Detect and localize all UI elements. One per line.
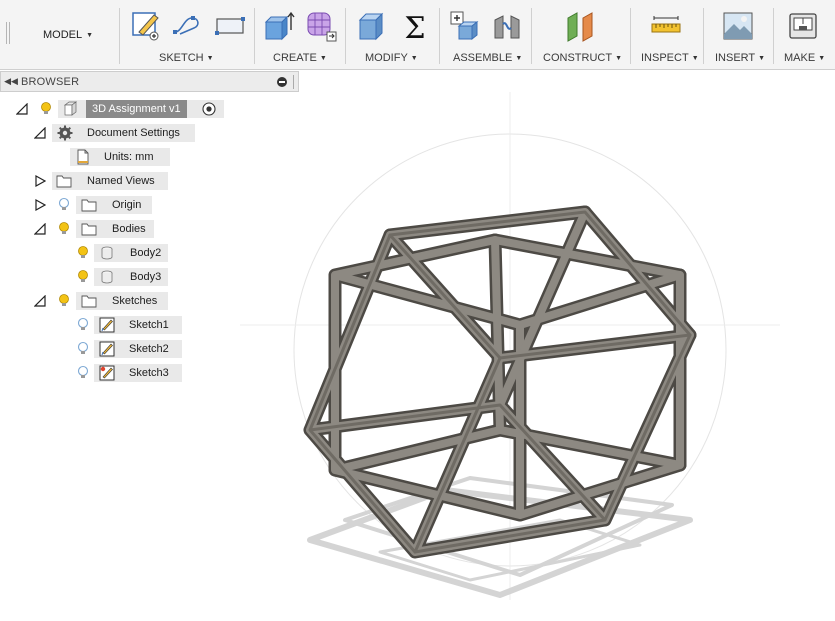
compute-all-icon[interactable]: Σ [399, 10, 431, 42]
visibility-bulb-off-icon[interactable] [75, 317, 91, 333]
workspace-label: MODEL [42, 29, 83, 41]
form-icon[interactable] [305, 10, 337, 42]
make-menu[interactable]: MAKE ▼ [784, 51, 825, 65]
fusion-app-window: MODEL ▼ SKETCH ▼ CREATE ▼ Σ MODIFY ▼ ASS… [0, 0, 835, 621]
collapsed-triangle-icon[interactable] [34, 175, 46, 187]
visibility-bulb-off-icon[interactable] [75, 365, 91, 381]
chevron-down-icon: ▼ [410, 54, 418, 62]
extrude-icon[interactable] [263, 10, 295, 42]
gear-icon [57, 125, 73, 141]
rectangle-tool-icon[interactable] [214, 10, 246, 42]
toolbar-divider [345, 8, 346, 64]
line-tool-icon[interactable] [172, 10, 204, 42]
toolbar-grip[interactable] [6, 22, 10, 44]
folder-icon [56, 175, 72, 188]
joint-icon[interactable] [491, 10, 523, 42]
visibility-bulb-on-icon[interactable] [75, 245, 91, 261]
chevron-down-icon: ▼ [319, 54, 327, 62]
tree-item-bodies[interactable]: Bodies [112, 220, 146, 238]
visibility-bulb-off-icon[interactable] [75, 341, 91, 357]
insert-image-icon[interactable] [722, 10, 754, 42]
sketch-menu[interactable]: SKETCH ▼ [159, 51, 214, 65]
expand-triangle-icon[interactable] [34, 295, 46, 307]
tree-item-body3[interactable]: Body3 [130, 268, 161, 286]
inspect-menu[interactable]: INSPECT ▼ [641, 51, 699, 65]
sketch-warning-icon [99, 365, 115, 381]
insert-menu-label: INSERT [715, 52, 756, 64]
visibility-bulb-on-icon[interactable] [75, 269, 91, 285]
panel-divider [293, 74, 294, 89]
sketch-icon [99, 317, 115, 333]
inspect-menu-label: INSPECT [641, 52, 689, 64]
collapse-panel-icon[interactable]: ◀◀ [1, 76, 21, 87]
offset-plane-icon[interactable] [565, 10, 597, 42]
tree-item-named-views[interactable]: Named Views [87, 172, 155, 190]
document-icon [63, 101, 78, 116]
create-sketch-icon[interactable] [130, 10, 162, 42]
folder-icon [81, 199, 97, 212]
collapsed-triangle-icon[interactable] [34, 199, 46, 211]
modify-menu-label: MODIFY [365, 52, 408, 64]
tree-item-sketches[interactable]: Sketches [112, 292, 157, 310]
press-pull-icon[interactable] [355, 10, 387, 42]
folder-icon [81, 223, 97, 236]
chevron-down-icon: ▼ [691, 54, 699, 62]
toolbar-divider [703, 8, 704, 64]
make-menu-label: MAKE [784, 52, 816, 64]
sketch-icon [99, 341, 115, 357]
tree-root-label[interactable]: 3D Assignment v1 [86, 100, 187, 118]
expand-triangle-icon[interactable] [34, 223, 46, 235]
folder-icon [81, 295, 97, 308]
tree-item-body2[interactable]: Body2 [130, 244, 161, 262]
toolbar-divider [531, 8, 532, 64]
body-icon [101, 246, 113, 260]
visibility-bulb-off-icon[interactable] [56, 197, 72, 213]
chevron-down-icon: ▼ [758, 54, 766, 62]
toolbar-divider [119, 8, 120, 64]
svg-text:Σ: Σ [404, 11, 425, 42]
tree-item-sketch2[interactable]: Sketch2 [129, 340, 169, 358]
tree-item-sketch1[interactable]: Sketch1 [129, 316, 169, 334]
construct-menu-label: CONSTRUCT [543, 52, 613, 64]
expand-triangle-icon[interactable] [34, 127, 46, 139]
activate-radio-icon[interactable] [201, 101, 217, 117]
chevron-down-icon: ▼ [818, 54, 826, 62]
visibility-bulb-on-icon[interactable] [56, 293, 72, 309]
3d-viewport-canvas[interactable] [230, 92, 835, 621]
visibility-bulb-on-icon[interactable] [38, 101, 54, 117]
toolbar-divider [439, 8, 440, 64]
expand-triangle-icon[interactable] [16, 103, 28, 115]
visibility-bulb-on-icon[interactable] [56, 221, 72, 237]
insert-menu[interactable]: INSERT ▼ [715, 51, 765, 65]
tree-item-document-settings[interactable]: Document Settings [87, 124, 180, 142]
minimize-icon[interactable] [277, 76, 287, 87]
assemble-menu-label: ASSEMBLE [453, 52, 513, 64]
modify-menu[interactable]: MODIFY ▼ [365, 51, 418, 65]
3d-print-icon[interactable] [787, 10, 819, 42]
chevron-down-icon: ▼ [206, 54, 214, 62]
create-menu[interactable]: CREATE ▼ [273, 51, 327, 65]
tree-item-origin[interactable]: Origin [112, 196, 141, 214]
body-icon [101, 270, 113, 284]
construct-menu[interactable]: CONSTRUCT ▼ [543, 51, 622, 65]
toolbar-divider [254, 8, 255, 64]
browser-panel-header: ◀◀ BROWSER [0, 71, 299, 92]
chevron-down-icon: ▼ [86, 31, 94, 39]
sketch-menu-label: SKETCH [159, 52, 204, 64]
units-document-icon [77, 149, 89, 165]
tree-item-sketch3[interactable]: Sketch3 [129, 364, 169, 382]
main-toolbar: MODEL ▼ SKETCH ▼ CREATE ▼ Σ MODIFY ▼ ASS… [0, 0, 835, 70]
assemble-menu[interactable]: ASSEMBLE ▼ [453, 51, 522, 65]
browser-title: BROWSER [21, 75, 80, 88]
measure-icon[interactable] [650, 10, 682, 42]
create-menu-label: CREATE [273, 52, 317, 64]
toolbar-divider [630, 8, 631, 64]
toolbar-divider [773, 8, 774, 64]
new-component-icon[interactable] [449, 10, 481, 42]
tree-item-units[interactable]: Units: mm [104, 148, 154, 166]
chevron-down-icon: ▼ [615, 54, 622, 62]
chevron-down-icon: ▼ [515, 54, 523, 62]
workspace-model-dropdown[interactable]: MODEL ▼ [20, 22, 116, 48]
